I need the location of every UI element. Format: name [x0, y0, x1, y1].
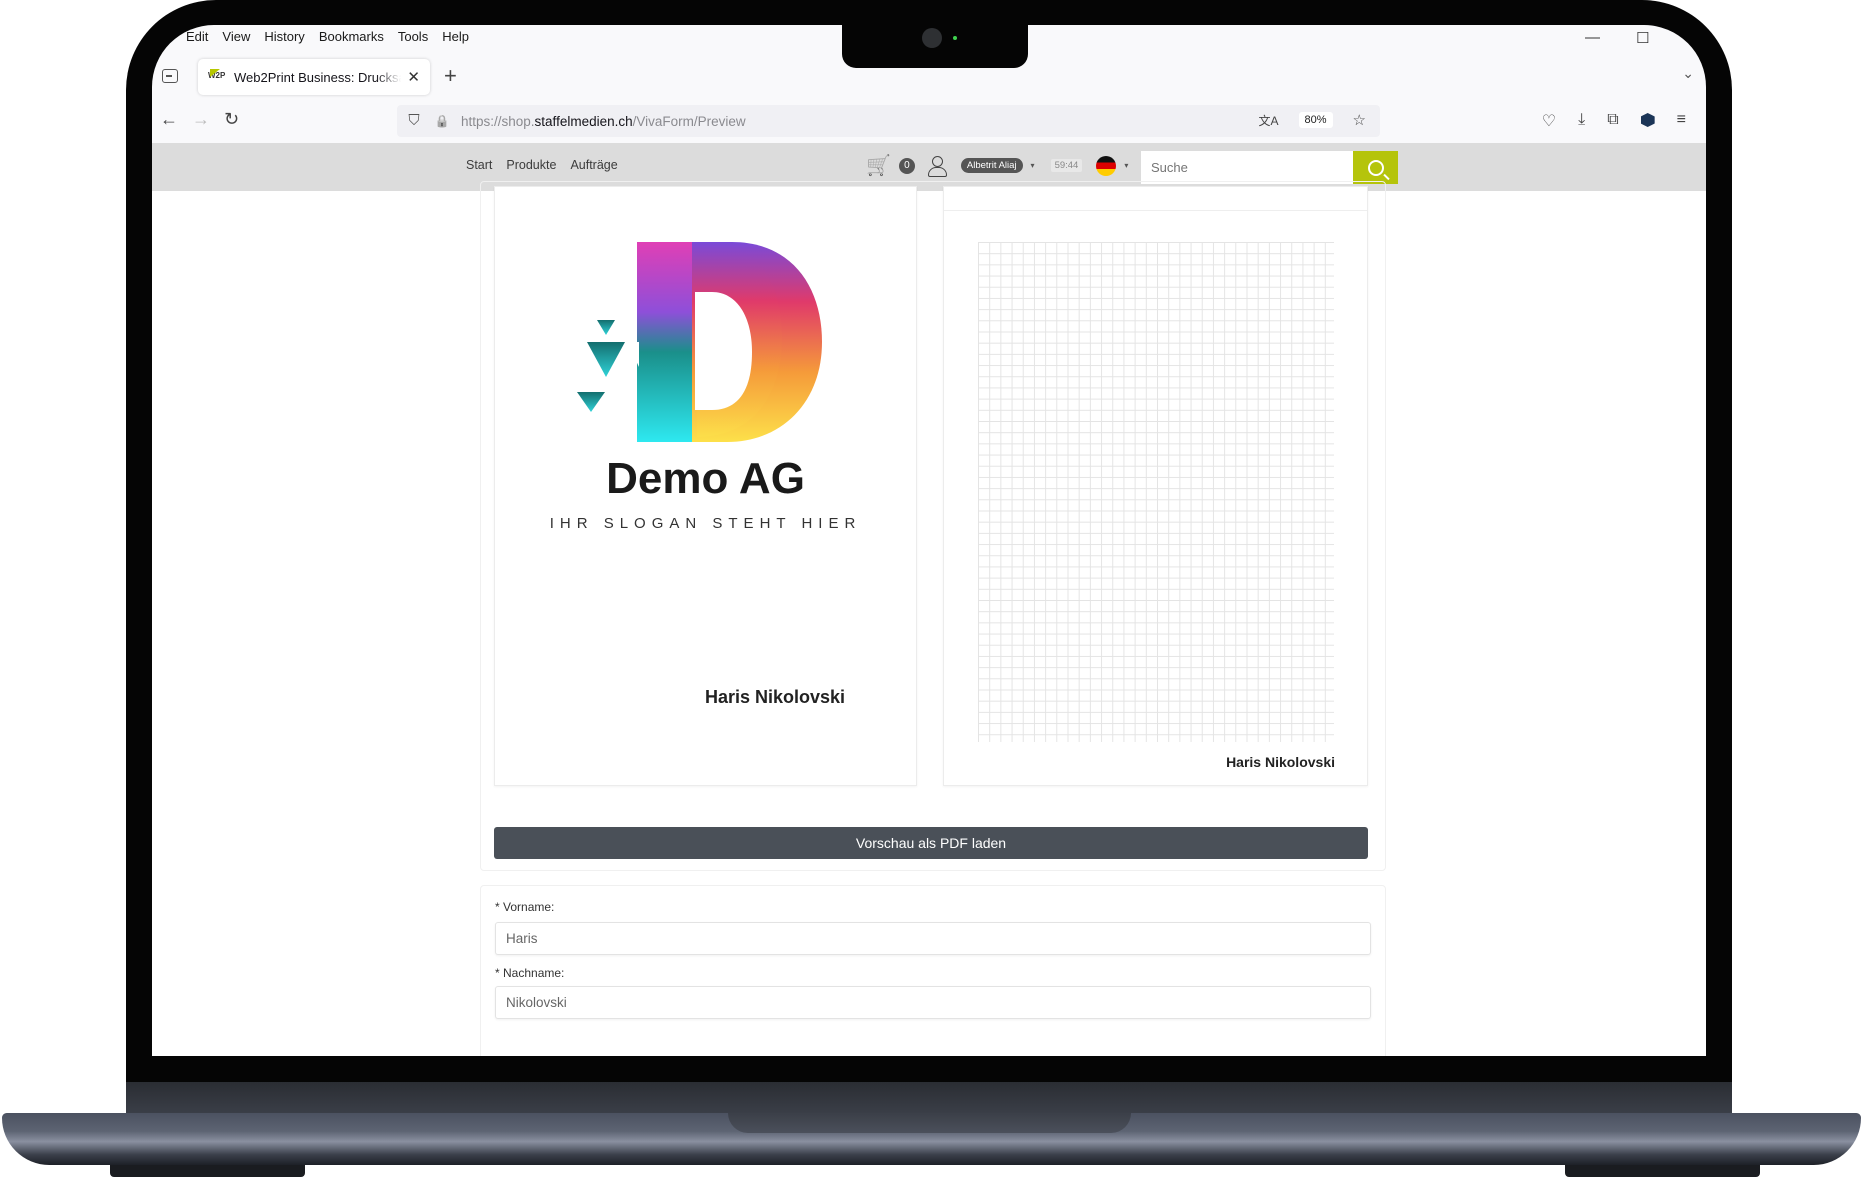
url-scheme: https://shop.: [461, 113, 535, 129]
search-button[interactable]: [1353, 151, 1398, 184]
new-tab-button[interactable]: +: [444, 63, 457, 89]
user-name-badge[interactable]: Albetrit Aliaj: [960, 158, 1023, 173]
preview-back-page: Haris Nikolovski: [943, 186, 1368, 786]
w2p-favicon-icon: W2P: [208, 69, 226, 83]
nav-auftraege[interactable]: Aufträge: [570, 158, 617, 172]
extensions-icon[interactable]: ⧉: [1607, 111, 1618, 131]
page-content: Demo AG IHR SLOGAN STEHT HIER Haris Niko…: [152, 181, 1706, 1056]
back-icon[interactable]: ←: [160, 109, 178, 130]
user-dropdown-caret-icon[interactable]: ▾: [1031, 161, 1035, 170]
tab-overview-icon[interactable]: [162, 69, 178, 83]
menu-view[interactable]: View: [222, 29, 250, 44]
hamburger-menu-icon[interactable]: ≡: [1677, 111, 1686, 131]
company-name: Demo AG: [606, 454, 805, 503]
cart-icon[interactable]: 🛒: [866, 153, 891, 178]
camera-icon: [922, 28, 942, 48]
minimize-icon[interactable]: —: [1585, 29, 1600, 47]
menu-edit[interactable]: Edit: [186, 29, 208, 44]
address-bar-actions: 文A 80% ☆: [1259, 111, 1366, 129]
zoom-level[interactable]: 80%: [1298, 112, 1333, 128]
camera-led-icon: [953, 36, 957, 40]
extension-hexagon-icon[interactable]: [1640, 113, 1655, 127]
search-icon: [1367, 159, 1384, 176]
camera-notch: [842, 0, 1028, 68]
laptop-opening-notch: [728, 1113, 1131, 1133]
tab-close-icon[interactable]: ✕: [407, 68, 420, 86]
menu-bar: Edit View History Bookmarks Tools Help: [186, 25, 469, 47]
preview-front-page: Demo AG IHR SLOGAN STEHT HIER Haris Niko…: [494, 186, 917, 786]
toolbar-right: ♡ ⤓ ⧉ ≡: [1542, 111, 1686, 131]
url-host: staffelmedien.ch: [534, 113, 633, 129]
url-path: /VivaForm/Preview: [632, 113, 746, 129]
lock-icon[interactable]: 🔒: [433, 112, 451, 130]
search-input[interactable]: [1141, 151, 1353, 184]
window-controls: — ☐ ✕: [1585, 29, 1698, 47]
cart-count-badge: 0: [898, 157, 915, 174]
menu-history[interactable]: History: [264, 29, 304, 44]
shield-icon[interactable]: ⛉: [405, 112, 423, 130]
reload-icon[interactable]: ↻: [224, 109, 239, 130]
company-slogan: IHR SLOGAN STEHT HIER: [549, 515, 862, 532]
laptop-mockup: Edit View History Bookmarks Tools Help —…: [0, 0, 1863, 1177]
forward-icon[interactable]: →: [192, 109, 210, 130]
tab-title: Web2Print Business: Drucksachen: [234, 69, 401, 85]
tab-web2print[interactable]: W2P Web2Print Business: Drucksachen ✕: [198, 59, 430, 95]
menu-help[interactable]: Help: [442, 29, 469, 44]
vorname-input[interactable]: [495, 922, 1371, 955]
browser-window: Edit View History Bookmarks Tools Help —…: [152, 25, 1706, 1056]
grid-paper: [978, 242, 1334, 742]
list-all-tabs-icon[interactable]: ⌄: [1682, 65, 1694, 82]
back-page-header-strip: [944, 187, 1367, 211]
german-flag-icon[interactable]: [1096, 155, 1117, 176]
load-pdf-preview-button[interactable]: Vorschau als PDF laden: [494, 827, 1368, 859]
download-icon[interactable]: ⤓: [1578, 111, 1585, 131]
nachname-label: * Nachname:: [495, 966, 565, 980]
translate-icon[interactable]: 文A: [1259, 112, 1279, 129]
demo-ag-logo-icon: [577, 242, 822, 442]
nav-start[interactable]: Start: [466, 158, 492, 172]
pocket-icon[interactable]: ♡: [1542, 111, 1556, 131]
maximize-icon[interactable]: ☐: [1636, 29, 1649, 47]
close-window-icon[interactable]: ✕: [1685, 29, 1698, 47]
nachname-input[interactable]: [495, 986, 1371, 1019]
bookmark-star-icon[interactable]: ☆: [1353, 111, 1366, 129]
front-person-name: Haris Nikolovski: [705, 687, 846, 707]
language-dropdown-caret-icon[interactable]: ▾: [1124, 161, 1128, 170]
vorname-label: * Vorname:: [495, 900, 555, 914]
menu-tools[interactable]: Tools: [398, 29, 428, 44]
menu-bookmarks[interactable]: Bookmarks: [319, 29, 384, 44]
navigation-toolbar: ← → ↻ ⛉ 🔒 https://shop. staffelmedien.ch /…: [152, 99, 1706, 143]
back-person-name: Haris Nikolovski: [1226, 754, 1335, 770]
nav-produkte[interactable]: Produkte: [506, 158, 556, 172]
address-bar[interactable]: ⛉ 🔒 https://shop. staffelmedien.ch/VivaFo…: [397, 105, 1380, 137]
site-search: [1141, 151, 1398, 184]
header-actions: 🛒 0 Albetrit Aliaj ▾ 59:44 ▾: [866, 153, 1128, 178]
session-timer: 59:44: [1050, 159, 1083, 172]
personalization-form: * Vorname: * Nachname: aktualisieren: [480, 885, 1386, 1056]
laptop-chin: [126, 1082, 1732, 1113]
user-icon[interactable]: [927, 155, 947, 177]
site-nav: Start Produkte Aufträge: [466, 158, 618, 172]
